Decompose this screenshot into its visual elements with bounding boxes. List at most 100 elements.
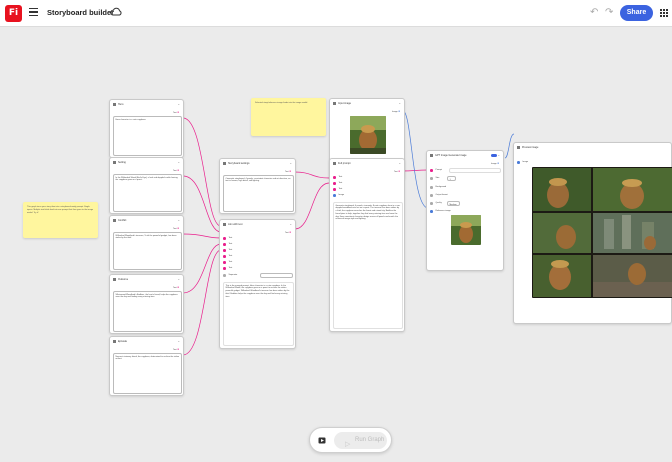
node-header[interactable]: Storyboard settings ⌄ — [220, 159, 295, 167]
ai-model-icon — [430, 153, 433, 157]
output-port-label[interactable]: Text ● — [394, 169, 400, 173]
node-header[interactable]: Join with text ⌄ — [220, 220, 295, 228]
input-port[interactable]: Reference image — [430, 210, 451, 213]
join-node-icon — [333, 161, 336, 165]
input-port[interactable]: Text — [223, 243, 232, 246]
hamburger-icon[interactable] — [29, 8, 38, 17]
output-format-row[interactable]: Output format — [430, 194, 448, 197]
chevron-down-icon[interactable]: ⌄ — [289, 161, 292, 165]
output-port-label[interactable]: Image ● — [392, 109, 400, 113]
reference-thumbnail[interactable] — [451, 215, 481, 245]
node-header[interactable]: Full prompt ⌄ — [330, 159, 404, 167]
join-node-icon — [223, 222, 226, 226]
node-header[interactable]: Preview image — [514, 143, 671, 151]
sticky-note-left[interactable]: This graph turns your story idea into a … — [23, 202, 98, 238]
input-port[interactable]: Text — [223, 249, 232, 252]
sticky-note-top[interactable]: Selected story/reference image feeds int… — [251, 98, 326, 136]
node-hero[interactable]: Hero ⌄ Text ● Hero character is a cute ca… — [109, 99, 184, 158]
node-header[interactable]: Hero ⌄ — [110, 100, 183, 108]
app-logo[interactable]: Fi — [5, 5, 22, 22]
input-port[interactable]: Text — [223, 261, 232, 264]
play-icon: ▷ — [345, 440, 351, 448]
chevron-down-icon[interactable]: ⌄ — [398, 101, 401, 105]
size-row[interactable]: Size — [430, 177, 439, 180]
image-node-icon — [517, 145, 520, 149]
node-header[interactable]: Outcome ⌄ — [110, 275, 183, 283]
node-storyboard-settings[interactable]: Storyboard settings ⌄ Text ● Cinematic st… — [219, 158, 296, 214]
node-gpt-image-generate[interactable]: GPT Image Generate Image ⌄ Image ● Prompt… — [426, 150, 504, 271]
undo-icon[interactable]: ↶ — [590, 8, 598, 18]
input-port[interactable]: Image — [517, 161, 528, 164]
chevron-down-icon[interactable]: ⌄ — [177, 277, 180, 281]
node-header[interactable]: Episode ⌄ — [110, 337, 183, 345]
text-node-icon — [223, 161, 226, 165]
text-field[interactable]: Cinematic storyboard, 4 panels, consiste… — [223, 175, 294, 212]
text-field[interactable]: Hero character is a cute capybara. — [113, 116, 182, 156]
output-port-label[interactable]: Text ● — [173, 226, 179, 230]
chevron-down-icon[interactable]: ⌄ — [177, 218, 180, 222]
apps-grid-icon[interactable] — [660, 9, 668, 17]
cloud-icon[interactable] — [110, 7, 122, 16]
output-port-label[interactable]: Text ● — [173, 347, 179, 351]
output-port-label[interactable]: Text ● — [285, 230, 291, 234]
node-header[interactable]: GPT Image Generate Image ⌄ — [427, 151, 503, 159]
result-text[interactable]: Generate storyboard: 4 panels, cinematic… — [333, 202, 403, 329]
quality-row[interactable]: Quality — [430, 202, 442, 205]
input-port[interactable]: Text — [333, 182, 342, 185]
chevron-down-icon[interactable]: ⌄ — [177, 160, 180, 164]
reference-image[interactable] — [350, 116, 386, 154]
chevron-down-icon[interactable]: ⌄ — [177, 339, 180, 343]
input-port[interactable]: Image — [333, 194, 344, 197]
run-toolbar: ▷ Run Graph — [309, 427, 392, 453]
run-graph-icon[interactable] — [318, 436, 327, 444]
node-header[interactable]: Input image ⌄ — [330, 99, 404, 107]
separator-field-label[interactable]: Separator — [223, 274, 237, 277]
node-preview-image[interactable]: Preview image Image — [513, 142, 672, 324]
node-header[interactable]: Setting ⌄ — [110, 158, 183, 166]
input-port[interactable]: Text — [223, 237, 232, 240]
input-port[interactable]: Text — [333, 176, 342, 179]
input-port[interactable]: Text — [333, 188, 342, 191]
text-node-icon — [113, 160, 116, 164]
graph-canvas[interactable]: This graph turns your story idea into a … — [0, 27, 672, 462]
input-port[interactable]: Prompt — [430, 169, 442, 172]
text-field[interactable]: Willowleaf Woodland's treasure, Truth th… — [113, 232, 182, 270]
size-stepper[interactable]: 1 — [447, 176, 456, 181]
text-field[interactable]: Villainwood Woodland's Bodkins, the hero… — [113, 291, 182, 332]
node-outcome[interactable]: Outcome ⌄ Text ● Villainwood Woodland's B… — [109, 274, 184, 334]
output-port-label[interactable]: Text ● — [173, 110, 179, 114]
document-title[interactable]: Storyboard builder — [47, 8, 114, 17]
text-node-icon — [113, 102, 116, 106]
chevron-down-icon[interactable]: ⌄ — [177, 102, 180, 106]
background-row[interactable]: Background — [430, 186, 446, 189]
quality-select[interactable]: Medium — [447, 201, 460, 206]
result-text[interactable]: This is the merged prompt: Hero characte… — [223, 282, 294, 346]
run-graph-button[interactable]: ▷ Run Graph — [334, 432, 387, 449]
redo-icon[interactable]: ↷ — [605, 8, 613, 18]
node-episode[interactable]: Episode ⌄ Text ● Nascent visionary friend… — [109, 336, 184, 396]
share-button[interactable]: Share — [620, 5, 653, 21]
storyboard-preview-image[interactable] — [532, 167, 672, 298]
node-conflict[interactable]: Conflict ⌄ Text ● Willowleaf Woodland's t… — [109, 215, 184, 272]
chevron-down-icon[interactable]: ⌄ — [289, 222, 292, 226]
chevron-down-icon[interactable]: ⌄ — [497, 153, 500, 157]
image-node-icon — [333, 101, 336, 105]
text-node-icon — [113, 277, 116, 281]
output-port-label[interactable]: Text ● — [285, 169, 291, 173]
node-full-prompt[interactable]: Full prompt ⌄ Text ● Text Text Text Image… — [329, 158, 405, 332]
output-port-label[interactable]: Text ● — [173, 285, 179, 289]
text-node-icon — [113, 218, 116, 222]
text-field[interactable]: In the Willowleaf Wood (Bird's Eye), a l… — [113, 174, 182, 212]
input-port[interactable]: Text — [223, 255, 232, 258]
output-port-label[interactable]: Text ● — [173, 168, 179, 172]
prompt-input[interactable] — [449, 168, 501, 173]
text-field[interactable]: Nascent visionary friend, the capybara, … — [113, 353, 182, 394]
output-port-label[interactable]: Image ● — [491, 161, 499, 165]
separator-input[interactable] — [260, 273, 293, 278]
text-node-icon — [113, 339, 116, 343]
chevron-down-icon[interactable]: ⌄ — [398, 161, 401, 165]
node-header[interactable]: Conflict ⌄ — [110, 216, 183, 224]
input-port[interactable]: Text — [223, 267, 232, 270]
node-setting[interactable]: Setting ⌄ Text ● In the Willowleaf Wood (… — [109, 157, 184, 214]
node-join-with-text[interactable]: Join with text ⌄ Text ● Text Text Text Te… — [219, 219, 296, 349]
